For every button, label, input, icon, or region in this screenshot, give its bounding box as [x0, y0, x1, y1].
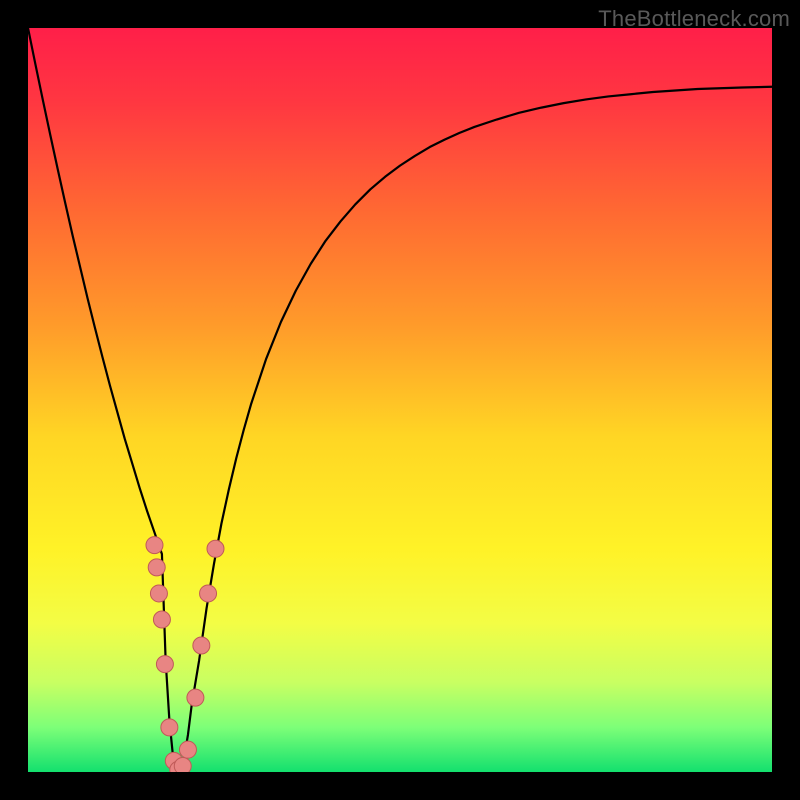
data-marker [156, 656, 173, 673]
watermark-text: TheBottleneck.com [598, 6, 790, 32]
data-marker [161, 719, 178, 736]
data-marker [179, 741, 196, 758]
plot-area [28, 28, 772, 772]
data-marker [153, 611, 170, 628]
data-marker [207, 540, 224, 557]
data-marker [146, 537, 163, 554]
gradient-background [28, 28, 772, 772]
data-marker [200, 585, 217, 602]
data-marker [193, 637, 210, 654]
chart-frame: TheBottleneck.com [0, 0, 800, 800]
chart-svg [28, 28, 772, 772]
data-marker [150, 585, 167, 602]
data-marker [174, 758, 191, 772]
data-marker [148, 559, 165, 576]
data-marker [187, 689, 204, 706]
